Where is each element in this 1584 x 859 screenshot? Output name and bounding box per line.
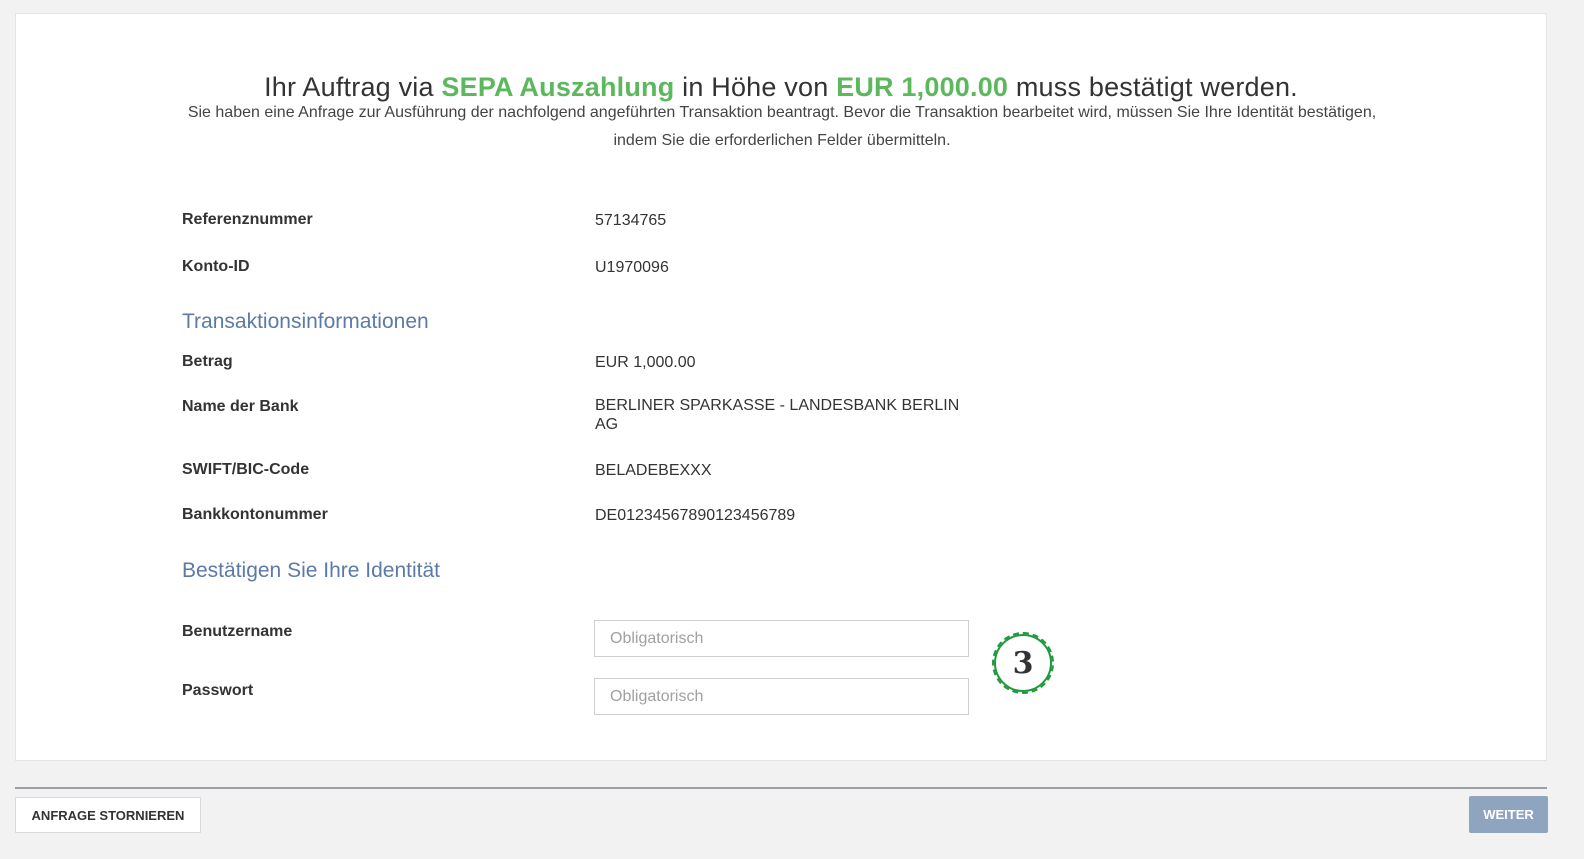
title-suffix: muss bestätigt werden. (1008, 72, 1298, 102)
confirmation-card: Ihr Auftrag via SEPA Auszahlung in Höhe … (15, 13, 1547, 761)
payment-method: SEPA Auszahlung (441, 72, 675, 102)
amount-value: EUR 1,000.00 (595, 354, 696, 371)
amount-label: Betrag (182, 353, 233, 370)
bank-account-value: DE01234567890123456789 (595, 507, 796, 524)
swift-value: BELADEBEXXX (595, 462, 712, 479)
account-value: U1970096 (595, 259, 669, 276)
password-label: Passwort (182, 682, 254, 699)
title-prefix: Ihr Auftrag via (264, 72, 442, 102)
cancel-request-button[interactable]: ANFRAGE STORNIEREN (15, 797, 201, 833)
page-description: Sie haben eine Anfrage zur Ausführung de… (187, 104, 1377, 149)
step-number-badge: 3 (992, 632, 1054, 694)
bank-account-label: Bankkontonummer (182, 506, 328, 523)
reference-label: Referenznummer (182, 211, 313, 228)
footer-divider (15, 787, 1547, 789)
step-number: 3 (1012, 645, 1034, 681)
next-button[interactable]: WEITER (1469, 796, 1548, 833)
reference-value: 57134765 (595, 212, 667, 229)
username-input[interactable] (594, 620, 969, 657)
password-input[interactable] (594, 678, 969, 715)
identity-section-heading: Bestätigen Sie Ihre Identität (182, 559, 440, 582)
title-middle: in Höhe von (674, 72, 837, 102)
bank-name-value: BERLINER SPARKASSE - LANDESBANK BERLIN A… (595, 397, 960, 433)
payment-amount: EUR 1,000.00 (836, 72, 1009, 102)
swift-label: SWIFT/BIC-Code (182, 461, 310, 478)
transaction-section-heading: Transaktionsinformationen (182, 310, 429, 333)
username-label: Benutzername (182, 623, 293, 640)
bank-name-label: Name der Bank (182, 398, 299, 415)
account-label: Konto-ID (182, 258, 250, 275)
